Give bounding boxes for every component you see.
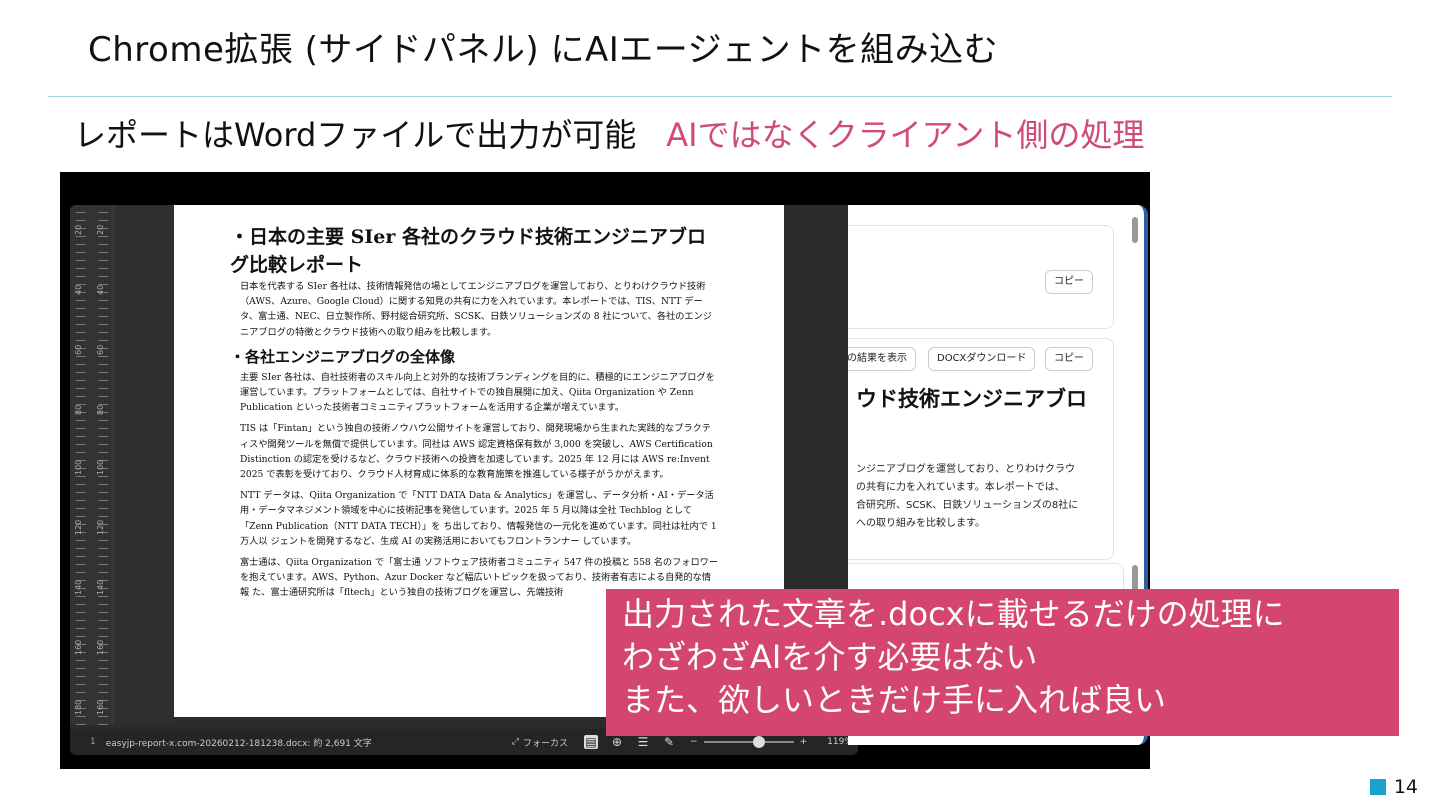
ruler-label: 20: [74, 224, 83, 235]
ruler-label: 160: [74, 639, 83, 655]
docx-download-button[interactable]: DOCXダウンロード: [928, 347, 1036, 371]
ruler-label: 140: [96, 579, 105, 595]
ruler-label: 80: [74, 404, 83, 415]
doc-paragraph: 主要 SIer 各社は、自社技術者のスキル向上と対外的な技術ブランディングを目的…: [240, 371, 715, 414]
callout-line: 出力された文章を.docxに載せるだけの処理に: [622, 595, 1285, 633]
expand-icon: ⤢: [511, 737, 520, 747]
zoom-slider-knob[interactable]: [753, 736, 766, 748]
subtitle-main: レポートはWordファイルで出力が可能: [74, 116, 637, 154]
input-scrollbar[interactable]: [1132, 565, 1138, 591]
ruler-label: 100: [74, 459, 83, 475]
callout-line: わざわざAIを介す必要はない: [622, 638, 1038, 676]
doc-paragraph: 日本を代表する SIer 各社は、技術情報発信の場としてエンジニアブログを運営し…: [240, 281, 712, 338]
ruler-label: 180: [74, 699, 83, 715]
doc-heading-1: ・日本の主要 SIer 各社のクラウド技術エンジニアブログ比較レポート: [230, 226, 706, 276]
page-marker-icon: [1369, 779, 1386, 795]
doc-heading-2: ・各社エンジニアブログの全体像: [230, 347, 456, 366]
ruler-label: 20: [96, 224, 105, 235]
subtitle-note: AIではなくクライアント側の処理: [666, 116, 1145, 154]
show-result-button[interactable]: の結果を表示: [848, 347, 916, 371]
slide-subtitle: レポートはWordファイルで出力が可能 AIではなくクライアント側の処理: [74, 110, 1144, 156]
outline-icon[interactable]: ☰: [636, 735, 650, 749]
doc-paragraph: NTT データは、Qiita Organization で「NTT DATA D…: [240, 490, 717, 547]
page-number: 14: [1369, 776, 1418, 798]
message-card: コピー: [848, 225, 1114, 329]
ruler-label: 60: [74, 344, 83, 355]
zoom-slider[interactable]: [703, 736, 794, 748]
zoom-control[interactable]: − + 119%: [690, 736, 853, 748]
zoom-out-button[interactable]: −: [690, 737, 698, 747]
focus-label: フォーカス: [523, 738, 569, 749]
ruler-label: 120: [74, 519, 83, 535]
focus-button[interactable]: ⤢ フォーカス: [512, 736, 568, 749]
draft-icon[interactable]: ✎: [662, 735, 676, 749]
status-filename: easyjp-report-x.com-20260212-181238.docx…: [105, 738, 372, 749]
zoom-in-button[interactable]: +: [800, 737, 808, 747]
ruler-label: 140: [74, 579, 83, 595]
print-layout-icon[interactable]: ▤: [584, 735, 599, 749]
web-layout-icon[interactable]: ⊕: [610, 735, 624, 749]
report-preview-text: ンジニアブログを運営しており、とりわけクラウ の共有に力を入れています。本レポー…: [856, 464, 1079, 529]
ruler-label: 40: [96, 284, 105, 295]
report-heading: ウド技術エンジニアブロ: [856, 387, 1087, 411]
vertical-ruler: 20 20 40 40 60 60 80 80 100 100 120 120 140 140 160 160…: [70, 205, 114, 725]
page-gutter: [114, 205, 174, 725]
doc-paragraph: TIS は「Fintan」という独自の技術ノウハウ公開サイトを運営しており、開発…: [240, 423, 713, 481]
copy-button[interactable]: コピー: [1045, 347, 1093, 371]
ruler-label: 60: [96, 344, 105, 355]
ruler-label: 40: [74, 284, 83, 295]
callout-box: 出力された文章を.docxに載せるだけの処理に わざわざAIを介す必要はない ま…: [606, 589, 1399, 736]
ruler-label: 160: [96, 639, 105, 655]
title-divider: [48, 96, 1392, 97]
status-page-number: 1: [90, 737, 96, 747]
ruler-label: 100: [96, 459, 105, 475]
ruler-label: 160: [96, 699, 105, 715]
copy-button[interactable]: コピー: [1045, 270, 1093, 294]
ruler-label: 120: [96, 519, 105, 535]
callout-line: また、欲しいときだけ手に入れば良い: [622, 681, 1167, 719]
ruler-label: 80: [96, 404, 105, 415]
panel-scrollbar[interactable]: [1132, 217, 1138, 243]
slide-title: Chrome拡張 (サイドパネル) にAIエージェントを組み込む: [88, 30, 999, 70]
